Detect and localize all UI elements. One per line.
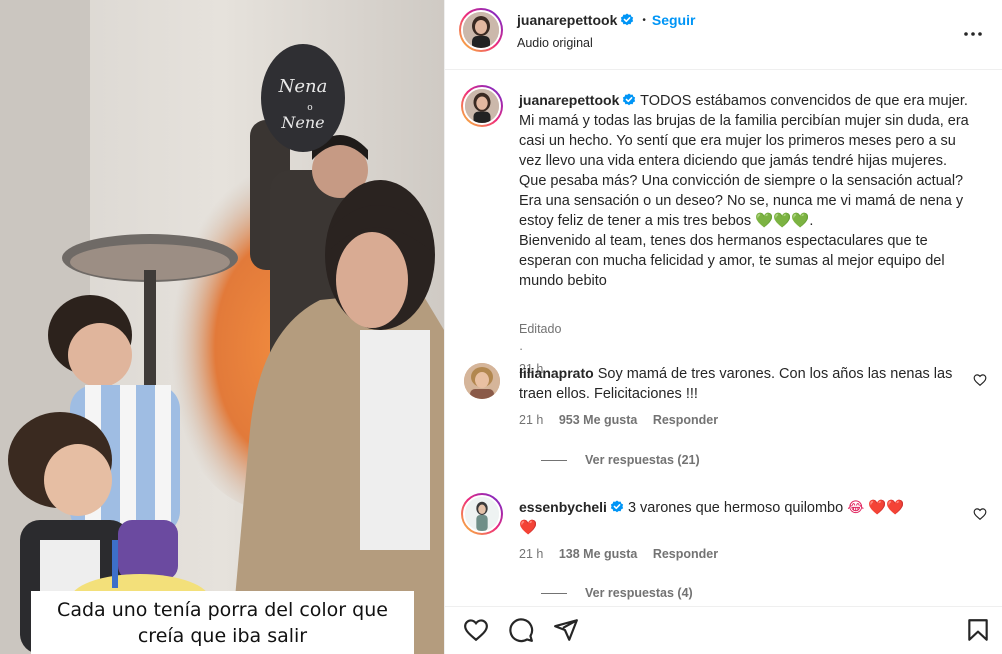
comment-text-block: essenbycheli 3 varones que hermoso quilo… <box>519 497 969 538</box>
comment-time[interactable]: 21 h <box>519 413 543 427</box>
view-replies-label: Ver respuestas (21) <box>585 453 700 467</box>
balloon-text-1: Nena <box>278 76 328 97</box>
caption-body: TODOS estábamos convencidos de que era m… <box>519 93 969 229</box>
comment-text-block: lilianaprato Soy mamá de tres varones. C… <box>519 363 969 404</box>
video-caption: Cada uno tenía porra del color que creía… <box>31 591 414 654</box>
caption-author-avatar[interactable] <box>461 85 503 127</box>
comment-likes[interactable]: 953 Me gusta <box>559 413 638 427</box>
comment-emoji: 😂 ❤️❤️ <box>847 500 905 516</box>
comment-item: lilianaprato Soy mamá de tres varones. C… <box>461 363 991 473</box>
balloon-text-3: Nene <box>280 113 324 132</box>
header-dot-separator: • <box>642 14 646 26</box>
comment-item: essenbycheli 3 varones que hermoso quilo… <box>461 493 991 603</box>
commenter-username[interactable]: lilianaprato <box>519 365 594 381</box>
caption-verified-badge-icon <box>623 93 636 106</box>
post-actions-bar <box>445 606 1002 654</box>
video-caption-line-2: creía que iba salir <box>137 624 308 647</box>
commenter-username[interactable]: essenbycheli <box>519 499 607 515</box>
comment-time[interactable]: 21 h <box>519 547 543 561</box>
balloon-text-2: o <box>307 103 312 113</box>
comment-emoji-2: ❤️ <box>519 520 538 536</box>
comment-meta: 21 h 953 Me gusta Responder <box>519 413 730 427</box>
view-replies-button[interactable]: Ver respuestas (4) <box>541 586 693 600</box>
heart-icon[interactable] <box>463 617 489 643</box>
caption-text-block: juanarepettook TODOS estábamos convencid… <box>519 90 975 399</box>
reply-button[interactable]: Responder <box>653 547 718 561</box>
post-video[interactable]: Nena o Nene Cada uno tenía porra del col… <box>0 0 444 654</box>
video-frame: Nena o Nene <box>0 0 444 654</box>
comment-likes[interactable]: 138 Me gusta <box>559 547 638 561</box>
more-horizontal-icon[interactable] <box>961 22 985 46</box>
bookmark-icon[interactable] <box>965 617 991 643</box>
comments-section[interactable]: juanarepettook TODOS estábamos convencid… <box>445 71 1002 606</box>
commenter-avatar[interactable] <box>464 363 500 399</box>
post-side-panel: juanarepettook • Seguir Audio original j… <box>444 0 1002 654</box>
edited-label: Editado <box>519 322 562 336</box>
instagram-post-modal: Nena o Nene Cada uno tenía porra del col… <box>0 0 1002 654</box>
commenter-avatar-image <box>464 363 500 399</box>
author-username[interactable]: juanarepettook <box>517 12 617 28</box>
comment-body: 3 varones que hermoso quilombo <box>627 500 844 516</box>
post-header: juanarepettook • Seguir Audio original <box>445 0 1002 70</box>
green-hearts-emoji: 💚💚💚 <box>755 213 810 229</box>
caption-username[interactable]: juanarepettook <box>519 92 619 108</box>
reply-button[interactable]: Responder <box>653 413 718 427</box>
author-avatar-image <box>463 12 499 48</box>
comment-icon[interactable] <box>508 617 534 643</box>
send-icon[interactable] <box>553 617 579 643</box>
commenter-avatar-image <box>465 497 499 531</box>
comment-meta: 21 h 138 Me gusta Responder <box>519 547 730 561</box>
commenter-verified-badge-icon <box>610 500 624 513</box>
author-avatar[interactable] <box>459 8 503 52</box>
view-replies-label: Ver respuestas (4) <box>585 586 693 600</box>
verified-badge-icon <box>621 13 634 26</box>
edited-separator: · <box>519 342 524 356</box>
comment-like-heart-icon[interactable] <box>973 373 987 387</box>
view-replies-button[interactable]: Ver respuestas (21) <box>541 453 700 467</box>
follow-button[interactable]: Seguir <box>652 12 696 28</box>
comment-like-heart-icon[interactable] <box>973 507 987 521</box>
caption-body-2: Bienvenido al team, tenes dos hermanos e… <box>519 233 945 289</box>
replies-divider <box>541 592 567 594</box>
header-user-row: juanarepettook • Seguir <box>517 12 695 28</box>
caption-avatar-image <box>465 89 499 123</box>
video-caption-line-1: Cada uno tenía porra del color que <box>57 598 388 621</box>
commenter-avatar[interactable] <box>461 493 503 535</box>
audio-link[interactable]: Audio original <box>517 36 593 50</box>
caption-period: . <box>809 213 814 229</box>
replies-divider <box>541 459 567 461</box>
